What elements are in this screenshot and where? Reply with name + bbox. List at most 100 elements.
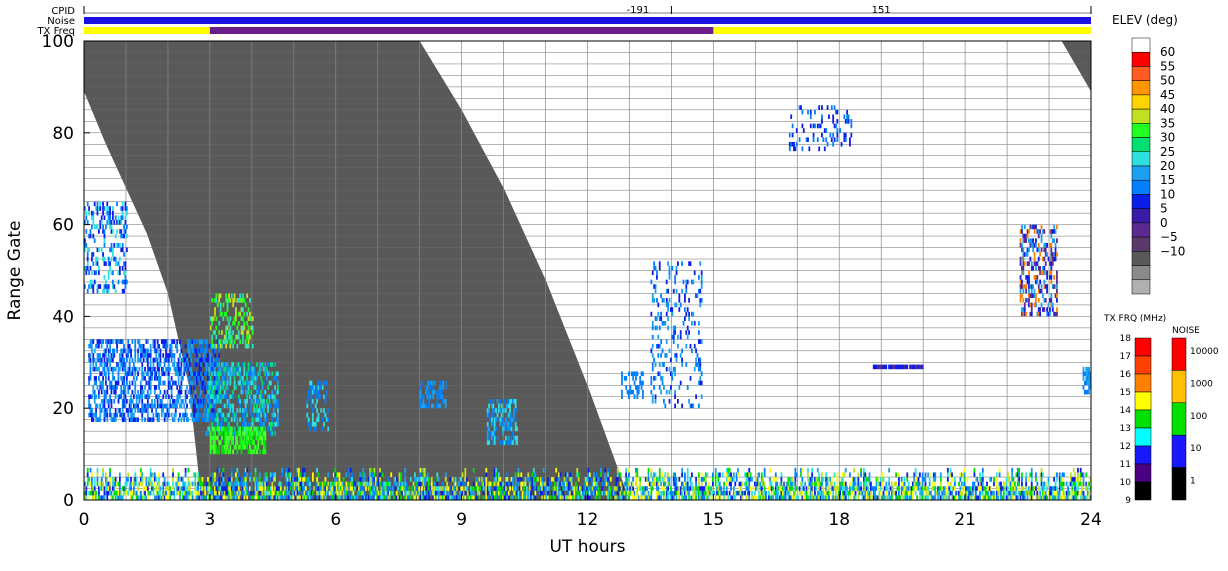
ground-scatter-cell xyxy=(801,491,803,496)
ground-scatter-cell xyxy=(302,482,304,487)
ground-scatter-cell xyxy=(527,472,529,477)
ground-scatter-cell xyxy=(179,495,181,500)
ground-scatter-cell xyxy=(211,491,213,496)
ground-scatter-cell xyxy=(290,486,292,491)
data-cell xyxy=(277,422,279,427)
data-cell xyxy=(255,371,257,376)
data-cell xyxy=(274,385,276,390)
ground-scatter-cell xyxy=(836,477,838,482)
data-cell xyxy=(1043,266,1045,271)
data-cell xyxy=(239,404,241,409)
data-cell xyxy=(231,335,233,340)
ground-scatter-cell xyxy=(541,495,543,500)
ground-scatter-cell xyxy=(741,482,743,487)
data-cell xyxy=(215,358,217,363)
data-cell xyxy=(420,390,422,395)
data-cell xyxy=(97,211,99,216)
data-cell xyxy=(701,371,703,376)
data-cell xyxy=(196,353,198,358)
ground-scatter-cell xyxy=(104,495,106,500)
data-cell xyxy=(106,202,108,207)
ground-scatter-cell xyxy=(508,491,510,496)
ground-scatter-cell xyxy=(853,486,855,491)
ground-scatter-cell xyxy=(520,472,522,477)
data-cell xyxy=(171,385,173,390)
data-cell xyxy=(315,404,317,409)
ground-scatter-cell xyxy=(669,482,671,487)
ground-scatter-cell xyxy=(807,472,809,477)
ground-scatter-cell xyxy=(755,495,757,500)
data-cell xyxy=(666,353,668,358)
data-cell xyxy=(511,436,513,441)
data-cell xyxy=(217,303,219,308)
ground-scatter-cell xyxy=(691,472,693,477)
data-cell xyxy=(660,339,662,344)
data-cell xyxy=(235,367,237,372)
data-cell xyxy=(650,280,652,285)
data-cell xyxy=(194,358,196,363)
data-cell xyxy=(222,303,224,308)
ground-scatter-cell xyxy=(582,495,584,500)
data-cell xyxy=(512,431,514,436)
data-cell xyxy=(655,376,657,381)
data-cell xyxy=(175,408,177,413)
data-cell xyxy=(133,394,135,399)
ground-scatter-cell xyxy=(676,482,678,487)
ground-scatter-cell xyxy=(150,468,152,473)
data-cell xyxy=(264,362,266,367)
data-cell xyxy=(122,339,124,344)
ground-scatter-cell xyxy=(478,477,480,482)
data-cell xyxy=(695,394,697,399)
data-cell xyxy=(687,385,689,390)
data-cell xyxy=(442,385,444,390)
data-cell xyxy=(122,248,124,253)
ground-scatter-cell xyxy=(111,491,113,496)
ground-scatter-cell xyxy=(162,486,164,491)
ground-scatter-cell xyxy=(821,482,823,487)
data-cell xyxy=(112,211,114,216)
data-cell xyxy=(320,408,322,413)
ground-scatter-cell xyxy=(625,472,627,477)
ground-scatter-cell xyxy=(499,486,501,491)
ground-scatter-cell xyxy=(681,491,683,496)
data-cell xyxy=(678,293,680,298)
data-cell xyxy=(793,142,795,147)
data-cell xyxy=(90,266,92,271)
data-cell xyxy=(327,408,329,413)
data-cell xyxy=(104,257,106,262)
data-cell xyxy=(245,339,247,344)
ground-scatter-cell xyxy=(876,482,878,487)
data-cell xyxy=(256,404,258,409)
data-cell xyxy=(432,404,434,409)
ground-scatter-cell xyxy=(719,482,721,487)
data-cell xyxy=(667,289,669,294)
data-cell xyxy=(1056,307,1058,312)
data-cell xyxy=(225,330,227,335)
ground-scatter-cell xyxy=(726,491,728,496)
ground-scatter-cell xyxy=(392,486,394,491)
data-cell xyxy=(1046,252,1048,257)
data-cell xyxy=(109,211,111,216)
data-cell xyxy=(694,321,696,326)
data-cell xyxy=(1050,271,1052,276)
data-cell xyxy=(243,321,245,326)
ground-scatter-cell xyxy=(315,486,317,491)
ground-scatter-cell xyxy=(413,491,415,496)
data-cell xyxy=(814,124,816,129)
data-cell xyxy=(111,257,113,262)
ground-scatter-cell xyxy=(836,472,838,477)
data-cell xyxy=(207,358,209,363)
data-cell xyxy=(274,413,276,418)
ground-scatter-cell xyxy=(371,495,373,500)
ground-scatter-cell xyxy=(529,477,531,482)
data-cell xyxy=(789,133,791,138)
ground-scatter-cell xyxy=(382,472,384,477)
ground-scatter-cell xyxy=(857,495,859,500)
data-cell xyxy=(683,280,685,285)
data-cell xyxy=(674,326,676,331)
data-cell xyxy=(1050,298,1052,303)
ground-scatter-cell xyxy=(518,482,520,487)
ground-scatter-cell xyxy=(695,477,697,482)
data-cell xyxy=(112,339,114,344)
data-cell xyxy=(249,298,251,303)
